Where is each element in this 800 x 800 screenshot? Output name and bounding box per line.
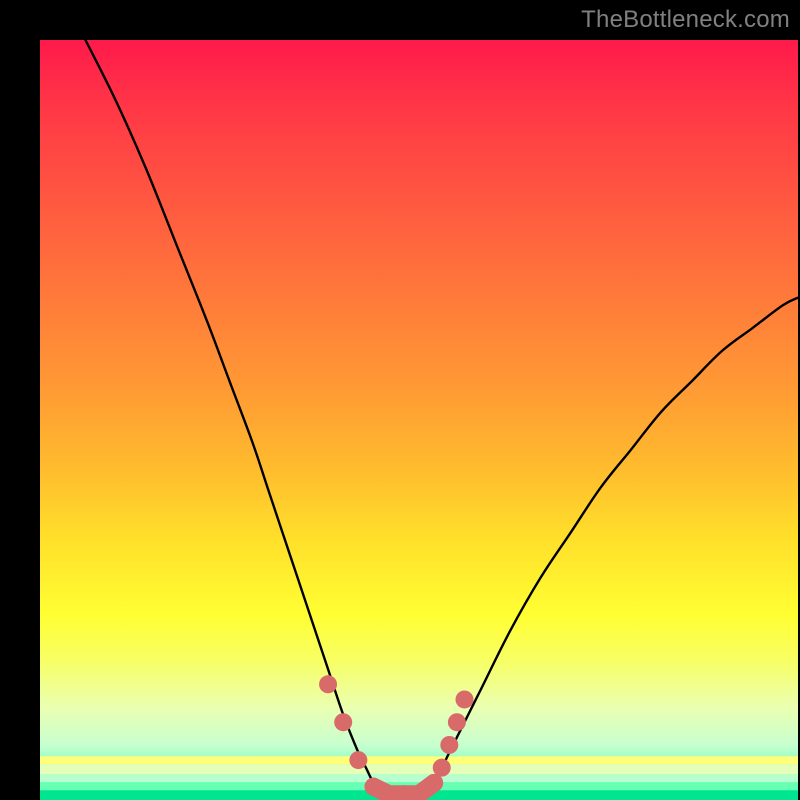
bottom-band-stripe (40, 756, 798, 764)
bottleneck-curve (85, 40, 798, 799)
bottom-band-stripe (40, 764, 798, 774)
chart-stage: TheBottleneck.com (0, 0, 800, 800)
curve-layer (0, 0, 800, 800)
marker-dot (349, 751, 367, 769)
bottom-band-stripe (40, 774, 798, 782)
marker-dot (455, 690, 473, 708)
marker-dot (334, 713, 352, 731)
marker-dot (433, 759, 451, 777)
watermark-text: TheBottleneck.com (581, 6, 790, 34)
marker-dot (448, 713, 466, 731)
marker-dot (440, 736, 458, 754)
marker-dot (319, 675, 337, 693)
